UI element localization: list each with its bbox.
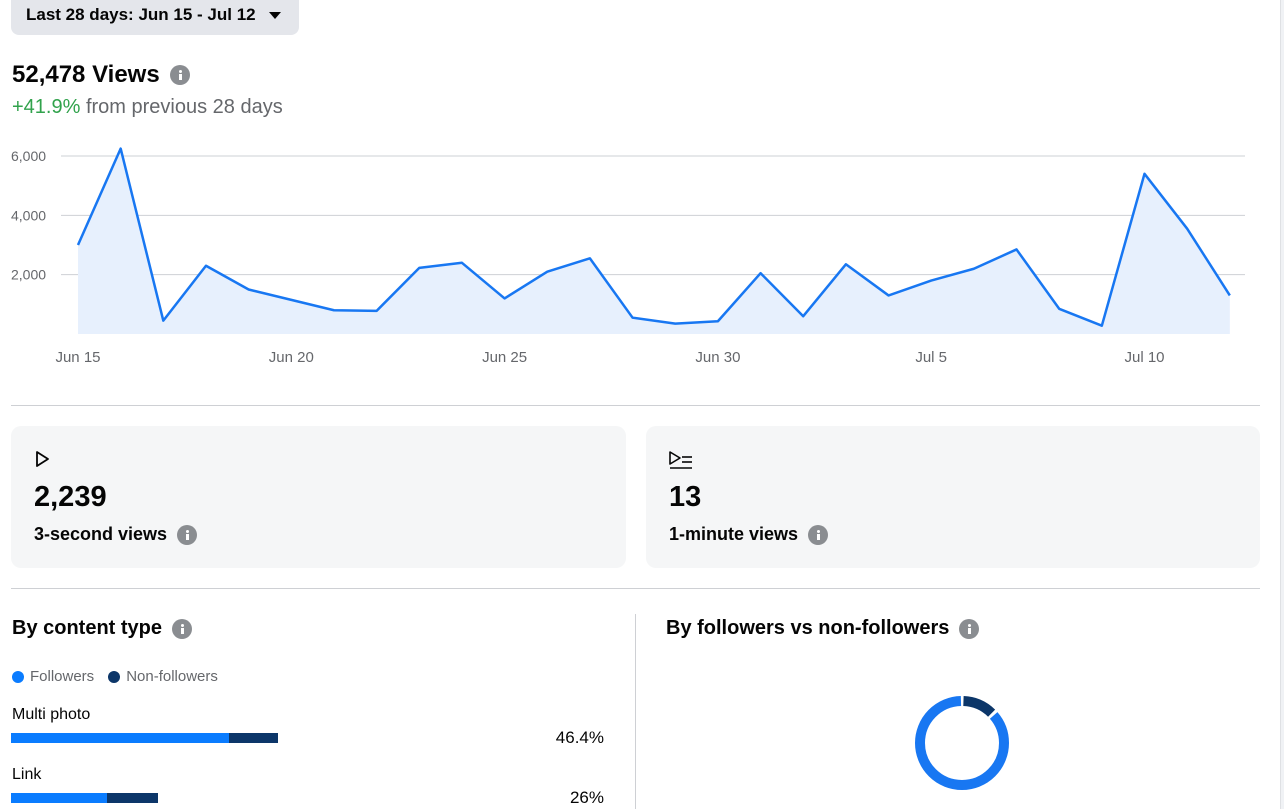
info-icon[interactable]	[959, 618, 980, 639]
views-change-value: +41.9%	[12, 96, 81, 118]
metric-card-3s-views: 2,239 3-second views	[11, 426, 626, 568]
x-tick-label: Jun 15	[55, 349, 100, 366]
bar-followers	[11, 793, 107, 803]
play-list-icon	[669, 451, 692, 469]
metric-value: 2,239	[34, 481, 107, 513]
info-icon[interactable]	[172, 618, 193, 639]
x-tick-label: Jul 10	[1124, 349, 1164, 366]
date-range-label: Last 28 days: Jun 15 - Jul 12	[26, 4, 256, 24]
x-tick-label: Jun 30	[695, 349, 740, 366]
info-icon[interactable]	[808, 524, 829, 545]
views-change-suffix: from previous 28 days	[80, 96, 283, 118]
donut-segment-followers[interactable]	[915, 696, 1009, 790]
legend-item-non-followers: Non-followers	[108, 668, 218, 685]
views-line-chart: 2,000 4,000 6,000 Jun 15 Jun 20 Jun 25 Jun 30 J…	[11, 147, 1245, 366]
y-tick-label: 2,000	[11, 267, 46, 283]
info-icon[interactable]	[169, 65, 190, 85]
content-row-percent: 26%	[569, 788, 604, 807]
views-total-heading: 52,478 Views	[12, 61, 190, 89]
views-change: +41.9% from previous 28 days	[12, 96, 283, 119]
donut-group	[915, 696, 1009, 790]
metric-label: 3-second views	[34, 524, 168, 544]
legend-label: Followers	[30, 668, 95, 685]
views-total: 52,478 Views	[12, 61, 160, 88]
content-row-bar	[11, 733, 278, 743]
x-tick-label: Jun 25	[482, 349, 527, 366]
followers-split-title: By followers vs non-followers	[666, 617, 980, 640]
legend-dot	[108, 670, 121, 683]
legend-dot	[12, 670, 24, 683]
metric-label-row: 3-second views	[34, 524, 198, 545]
content-row-label: Multi photo	[12, 706, 91, 723]
y-tick-label: 4,000	[11, 207, 46, 223]
y-tick-label: 6,000	[11, 148, 46, 164]
metric-card-1m-views: 13 1-minute views	[646, 426, 1260, 568]
bar-non-followers	[106, 793, 159, 803]
caret-down-icon	[268, 11, 281, 19]
info-icon[interactable]	[177, 524, 198, 545]
x-tick-label: Jun 20	[269, 349, 314, 366]
bar-non-followers	[228, 733, 278, 743]
content-type-title: By content type	[12, 617, 193, 640]
metric-label-row: 1-minute views	[669, 524, 829, 545]
scrollbar-track[interactable]	[1280, 0, 1284, 809]
metric-label: 1-minute views	[669, 524, 799, 544]
content-type-heading: By content type	[12, 617, 163, 639]
section-divider	[11, 588, 1260, 589]
content-row-percent: 46.4%	[555, 728, 604, 747]
content-row-bar	[11, 793, 159, 803]
legend-item-followers: Followers	[12, 668, 94, 685]
date-range-dropdown[interactable]: Last 28 days: Jun 15 - Jul 12	[11, 0, 299, 35]
play-icon	[36, 451, 49, 467]
x-tick-label: Jul 5	[915, 349, 947, 366]
metric-value: 13	[669, 481, 702, 513]
column-divider	[635, 614, 636, 809]
section-divider	[11, 405, 1260, 406]
content-row-label: Link	[12, 766, 42, 783]
bar-followers	[11, 733, 229, 743]
content-type-legend: Followers Non-followers	[12, 668, 232, 685]
followers-donut-chart	[915, 696, 1009, 790]
legend-label: Non-followers	[126, 668, 218, 685]
followers-split-heading: By followers vs non-followers	[666, 617, 950, 639]
